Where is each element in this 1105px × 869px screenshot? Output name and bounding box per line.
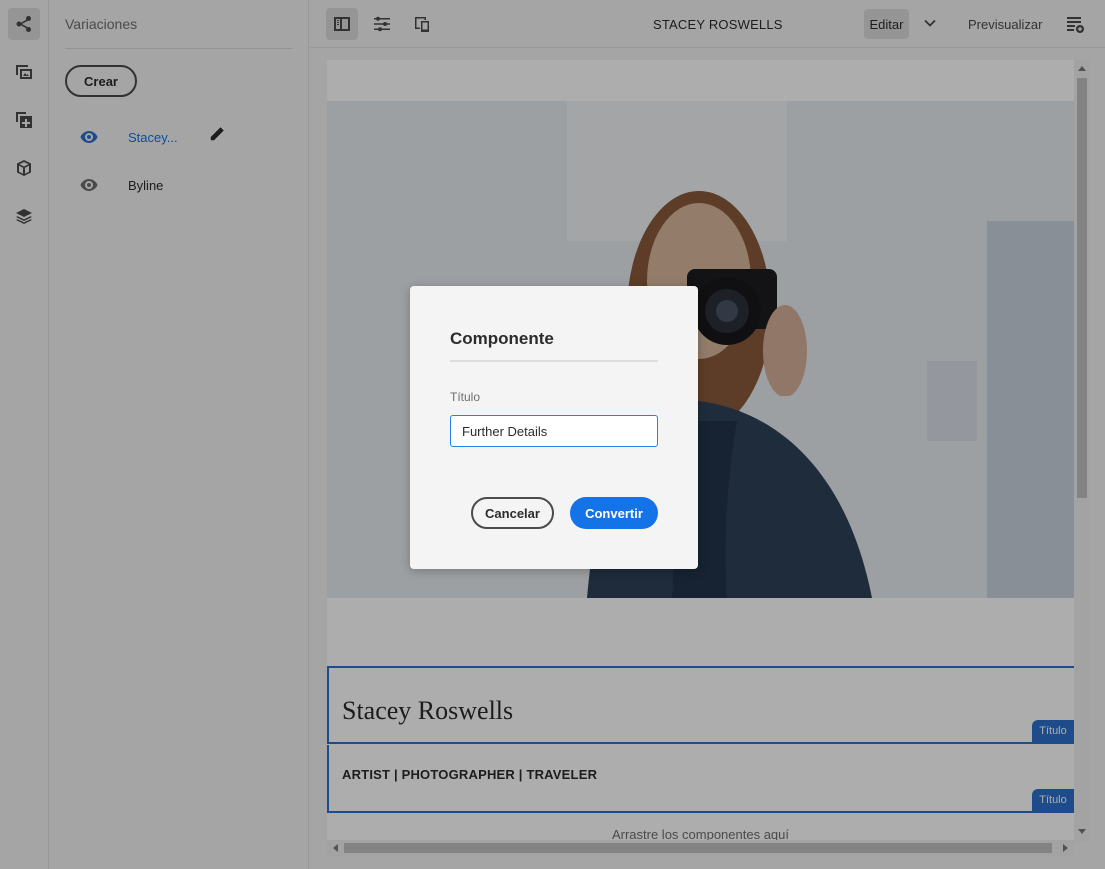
cancel-button[interactable]: Cancelar [471,497,554,529]
convert-button[interactable]: Convertir [570,497,658,529]
dialog-title: Componente [450,329,554,348]
dialog-divider [450,360,658,362]
title-field-label: Título [450,390,481,404]
title-input[interactable] [450,415,658,447]
convert-component-dialog: Componente Título Cancelar Convertir [410,286,698,569]
